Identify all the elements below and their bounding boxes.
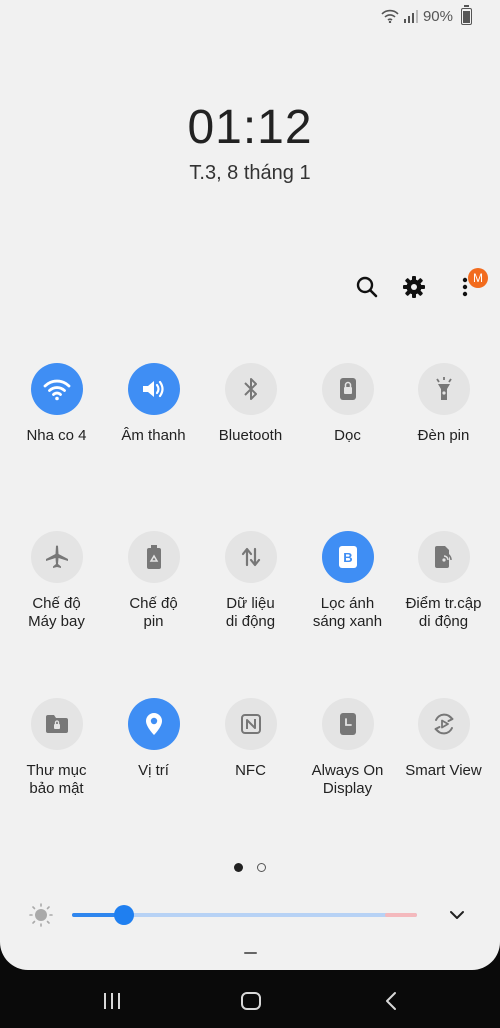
brightness-control (0, 900, 500, 930)
tile-always-on-display[interactable]: Always On Display (299, 698, 396, 798)
recents-icon (104, 993, 120, 1009)
tile-label: Chế độ pin (129, 595, 178, 630)
airplane-icon (45, 545, 68, 568)
bluetooth-icon (243, 378, 257, 400)
page-dot-2[interactable] (257, 863, 266, 872)
tile-nfc[interactable]: NFC (202, 698, 299, 780)
tile-label: Đèn pin (417, 427, 470, 444)
tile-wifi-toggle[interactable] (30, 363, 83, 415)
notification-badge: M (468, 268, 488, 288)
tile-airplane-mode[interactable]: Chế độ Máy bay (8, 531, 105, 631)
tile-label: Lọc ánh sáng xanh (312, 595, 383, 630)
tile-label: Điểm tr.cập di động (405, 595, 482, 630)
home-button[interactable] (236, 986, 266, 1016)
navigation-bar (0, 970, 500, 1028)
tile-label: Âm thanh (121, 427, 186, 444)
tile-aod-toggle[interactable] (321, 698, 374, 750)
tile-sound-toggle[interactable] (127, 363, 180, 415)
recents-button[interactable] (97, 986, 127, 1016)
quick-panel: 90% 01:12 T.3, 8 tháng 1 M Nha co 4 Âm t… (0, 0, 500, 970)
tile-label: Always On Display (311, 762, 384, 797)
chevron-down-icon[interactable] (448, 906, 466, 924)
tile-sound[interactable]: Âm thanh (105, 363, 202, 445)
search-button[interactable] (350, 270, 384, 304)
mobile-data-icon (241, 547, 260, 567)
tile-label: NFC (235, 762, 266, 779)
secure-folder-icon (45, 715, 68, 733)
tile-label: Smart View (405, 762, 482, 779)
clock: 01:12 (187, 101, 313, 154)
tile-location[interactable]: Vị trí (105, 698, 202, 780)
back-button[interactable] (376, 986, 406, 1016)
tile-location-toggle[interactable] (127, 698, 180, 750)
tile-label: Bluetooth (218, 427, 283, 444)
battery-percent: 90% (422, 7, 453, 25)
hotspot-icon (434, 546, 452, 568)
tile-smart-view-toggle[interactable] (417, 698, 470, 750)
tile-hotspot-toggle[interactable] (417, 531, 470, 583)
svg-text:B: B (343, 550, 352, 565)
battery-saver-icon (146, 545, 161, 569)
tile-airplane-toggle[interactable] (30, 531, 83, 583)
tile-power-saving[interactable]: Chế độ pin (105, 531, 202, 631)
tile-secure-folder-toggle[interactable] (30, 698, 83, 750)
signal-icon (403, 10, 418, 23)
smart-view-icon (434, 713, 453, 735)
status-bar: 90% (381, 4, 472, 26)
wifi-icon (43, 379, 70, 401)
tile-mobile-hotspot[interactable]: Điểm tr.cập di động (395, 531, 492, 631)
brightness-warning-zone (385, 913, 417, 917)
battery-icon (461, 4, 472, 25)
search-icon (356, 276, 378, 298)
location-icon (145, 713, 162, 735)
back-icon (386, 992, 396, 1010)
blue-light-filter-icon: B (338, 546, 357, 568)
top-actions: M (0, 268, 500, 304)
wifi-icon (381, 9, 399, 23)
drag-handle[interactable] (244, 952, 257, 954)
tile-secure-folder[interactable]: Thư mục bảo mật (8, 698, 105, 798)
page-dot-1[interactable] (234, 863, 243, 872)
brightness-slider-thumb[interactable] (113, 905, 134, 925)
tile-flashlight-toggle[interactable] (417, 363, 470, 415)
tile-mobile-data-toggle[interactable] (224, 531, 277, 583)
portrait-lock-icon (339, 378, 356, 400)
home-icon (241, 992, 261, 1010)
always-on-display-icon (339, 713, 356, 735)
tile-label: Thư mục bảo mật (26, 762, 87, 797)
gear-icon (403, 276, 425, 298)
tile-bluetooth[interactable]: Bluetooth (202, 363, 299, 445)
tile-label: Chế độ Máy bay (28, 595, 85, 630)
tile-portrait-toggle[interactable] (321, 363, 374, 415)
sound-icon (142, 380, 164, 398)
tile-label: Vị trí (138, 762, 169, 779)
page-indicator (0, 863, 500, 872)
tile-nfc-toggle[interactable] (224, 698, 277, 750)
tile-label: Dọc (334, 427, 361, 444)
tile-blue-light-filter[interactable]: B Lọc ánh sáng xanh (299, 531, 396, 631)
tile-bluetooth-toggle[interactable] (224, 363, 277, 415)
brightness-icon (29, 903, 53, 927)
tile-label: Nha co 4 (26, 427, 87, 444)
more-options-button[interactable]: M (448, 268, 488, 304)
tile-power-saving-toggle[interactable] (127, 531, 180, 583)
settings-button[interactable] (397, 270, 431, 304)
tile-wifi[interactable]: Nha co 4 (8, 363, 105, 445)
tile-mobile-data[interactable]: Dữ liệu di động (202, 531, 299, 631)
date: T.3, 8 tháng 1 (189, 162, 311, 184)
tile-smart-view[interactable]: Smart View (395, 698, 492, 780)
nfc-icon (240, 714, 261, 734)
tile-blue-light-toggle[interactable]: B (321, 531, 374, 583)
tile-label: Dữ liệu di động (225, 595, 276, 630)
tile-portrait[interactable]: Dọc (299, 363, 396, 445)
flashlight-icon (435, 377, 452, 400)
tile-flashlight[interactable]: Đèn pin (395, 363, 492, 445)
